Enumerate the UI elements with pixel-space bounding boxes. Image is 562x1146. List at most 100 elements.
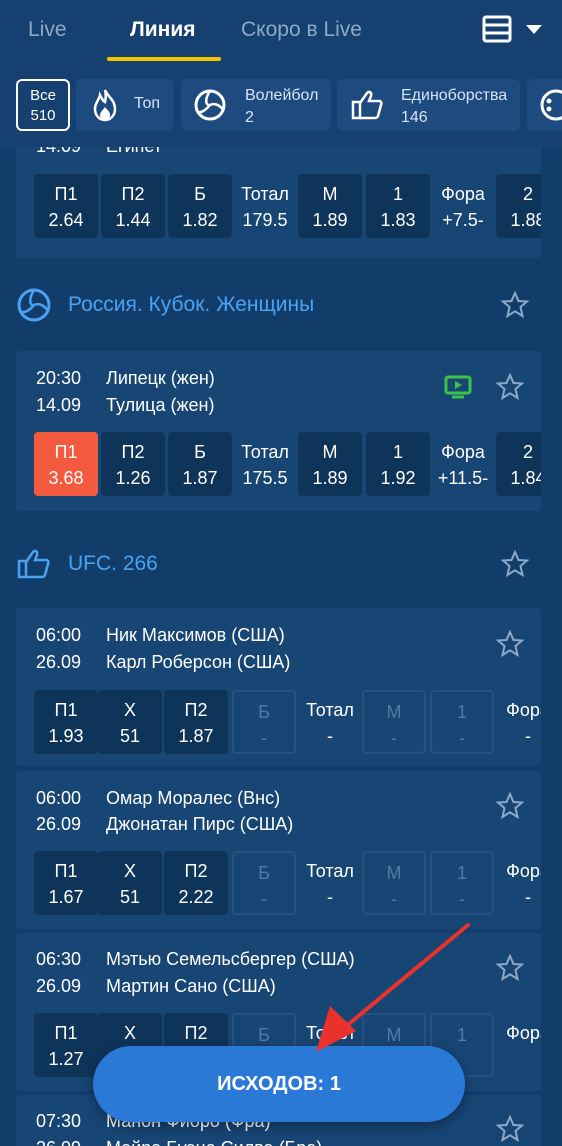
event-card[interactable]: 06:00 Омар Моралес (Внс) 26.09 Джонатан Пи… — [16, 771, 541, 929]
odd-value: 2.22 — [178, 887, 214, 907]
odd-cell: Тотал 179.5 — [232, 174, 298, 238]
odd-cell[interactable]: П2 1.26 — [101, 432, 165, 496]
event-team-row: 06:30 Мэтью Семельсбергер (США) — [36, 948, 355, 970]
odd-value: 3.68 — [48, 468, 84, 488]
odd-label: Фора — [506, 700, 541, 720]
odd-value: 1.82 — [182, 210, 218, 230]
event-date: 26.09 — [36, 652, 82, 672]
chip-volleyball[interactable]: Волейбол 2 — [181, 79, 331, 131]
chip-top[interactable]: Топ — [76, 79, 174, 131]
volleyball-icon — [17, 288, 51, 322]
odd-label: 2 — [522, 184, 533, 204]
event-date: 14.09 — [36, 395, 82, 415]
odd-value: - — [261, 728, 267, 748]
chip-martial-arts[interactable]: Единоборства 146 — [337, 79, 520, 131]
odd-cell: Фора - — [496, 851, 541, 915]
star-icon[interactable] — [496, 792, 524, 820]
odd-cell[interactable]: Х 51 — [98, 851, 162, 915]
chip-more[interactable] — [527, 79, 562, 131]
outcomes-button[interactable]: ИСХОДОВ: 1 — [93, 1046, 465, 1122]
event-date: 14.09 — [36, 147, 106, 157]
tab-soon-live[interactable]: Скоро в Live — [241, 18, 362, 42]
chip-all-sports[interactable]: Все 510 — [16, 79, 70, 131]
odd-cell[interactable]: П1 1.93 — [34, 690, 98, 754]
odd-label: Фора — [506, 861, 541, 881]
event-team-row: 06:00 Ник Максимов (США) — [36, 624, 285, 646]
odd-cell[interactable]: 2 1.88 — [496, 174, 541, 238]
event-card[interactable]: 14.09Египет П1 2.64 П2 1.44 Б 1.82 Тотал 179… — [16, 147, 541, 258]
league-header[interactable]: UFC. 266 — [16, 544, 546, 584]
odd-cell[interactable]: Б 1.82 — [168, 174, 232, 238]
odd-label: Тотал — [306, 861, 354, 881]
team-name: Ник Максимов (США) — [106, 625, 285, 645]
odd-cell[interactable]: П2 1.44 — [101, 174, 165, 238]
odd-cell[interactable]: П2 2.22 — [164, 851, 228, 915]
fist-icon — [17, 549, 50, 579]
team-name: Липецк (жен) — [106, 368, 215, 388]
odd-cell[interactable]: 1 1.83 — [366, 174, 430, 238]
odd-cell[interactable]: М 1.89 — [298, 432, 362, 496]
odd-value: +7.5- — [442, 210, 484, 230]
odd-value: 1.89 — [312, 210, 348, 230]
chip-volleyball-count: 2 — [245, 109, 254, 126]
odd-value: - — [261, 889, 267, 909]
odd-label: П1 — [54, 700, 78, 720]
odd-cell[interactable]: Х 51 — [98, 690, 162, 754]
odd-cell[interactable]: М 1.89 — [298, 174, 362, 238]
odd-cell[interactable]: П2 1.87 — [164, 690, 228, 754]
tab-line[interactable]: Линия — [130, 18, 196, 42]
star-icon[interactable] — [496, 1115, 524, 1143]
odd-cell: Тотал - — [297, 690, 363, 754]
league-header[interactable]: Россия. Кубок. Женщины — [16, 285, 546, 325]
odd-cell[interactable]: 2 1.84 — [496, 432, 541, 496]
odd-cell-disabled: Б- — [232, 690, 296, 754]
chip-all-label: Все — [30, 87, 56, 104]
list-menu-icon[interactable] — [482, 15, 512, 43]
star-icon[interactable] — [496, 373, 524, 401]
odd-value: 1.27 — [48, 1049, 84, 1069]
team-name: Карл Роберсон (США) — [106, 652, 291, 672]
event-card[interactable]: 20:30 Липецк (жен) 14.09 Тулица (жен) П1 3.… — [16, 351, 541, 511]
odd-label: 1 — [456, 1025, 467, 1045]
odd-value: 1.89 — [312, 468, 348, 488]
tv-broadcast-icon[interactable] — [444, 375, 472, 399]
odd-label: М — [322, 442, 338, 462]
odd-label: П1 — [54, 442, 78, 462]
odd-cell[interactable]: П1 1.27 — [34, 1013, 98, 1077]
chevron-down-icon[interactable] — [524, 22, 544, 36]
fist-icon — [351, 90, 383, 120]
tab-live[interactable]: Live — [28, 18, 67, 42]
odd-value: - — [391, 889, 397, 909]
event-time: 06:00 — [36, 788, 82, 808]
odd-cell[interactable]: Б 1.87 — [168, 432, 232, 496]
odd-value: - — [327, 726, 333, 746]
odd-label: 1 — [392, 442, 403, 462]
star-icon[interactable] — [496, 630, 524, 658]
odd-cell-disabled: М- — [362, 851, 426, 915]
odd-label: Х — [123, 861, 136, 881]
odd-cell: Фора — [496, 1013, 541, 1077]
event-card[interactable]: 06:00 Ник Максимов (США) 26.09 Карл Роберс… — [16, 608, 541, 766]
star-icon[interactable] — [501, 291, 529, 319]
odd-label: Фора — [441, 442, 485, 462]
odd-label: П1 — [54, 184, 78, 204]
odd-label: 1 — [456, 702, 467, 722]
chip-volleyball-label: Волейбол — [245, 87, 319, 104]
star-icon[interactable] — [501, 550, 529, 578]
odd-value: 1.44 — [115, 210, 151, 230]
odd-cell[interactable]: П1 2.64 — [34, 174, 98, 238]
odd-label: Б — [258, 863, 270, 883]
team-name: Тулица (жен) — [106, 395, 215, 415]
odd-label: 1 — [392, 184, 403, 204]
odd-value: - — [459, 728, 465, 748]
odd-cell[interactable]: 1 1.92 — [366, 432, 430, 496]
odd-label: П2 — [184, 861, 208, 881]
odd-cell: Фора +7.5- — [432, 174, 494, 238]
odd-value: 1.87 — [178, 726, 214, 746]
odd-cell-selected[interactable]: П1 3.68 — [34, 432, 98, 496]
odd-label: Б — [258, 1025, 270, 1045]
odd-label: М — [386, 702, 402, 722]
star-icon[interactable] — [496, 954, 524, 982]
odd-cell[interactable]: П1 1.67 — [34, 851, 98, 915]
volleyball-icon — [194, 89, 226, 121]
